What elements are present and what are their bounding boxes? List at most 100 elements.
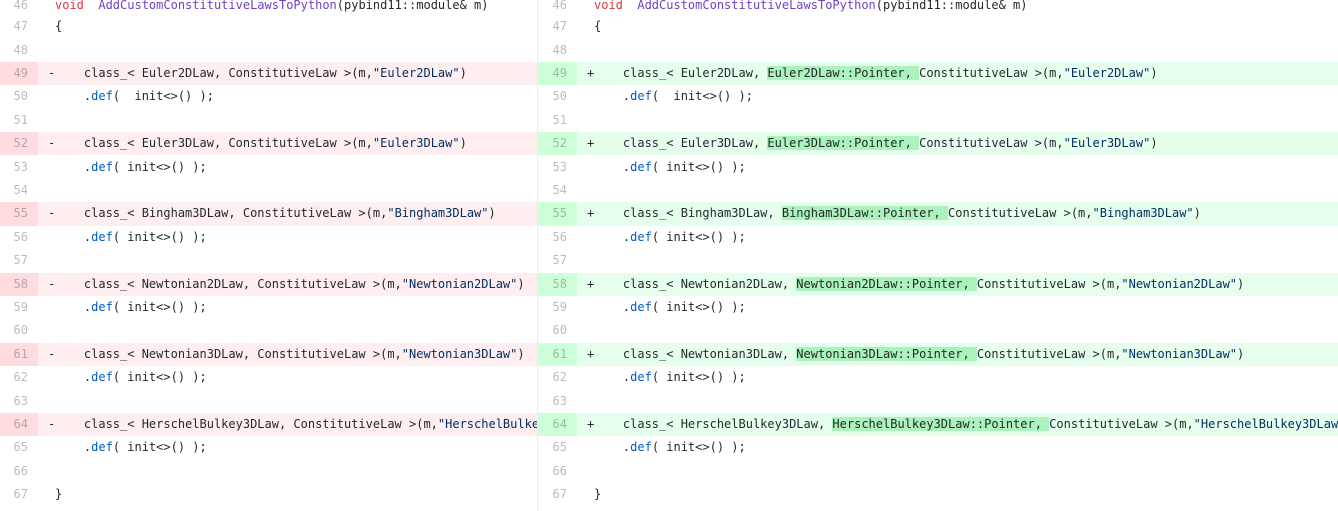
line-number[interactable]: 56 — [0, 226, 38, 249]
code-token: . — [55, 299, 92, 314]
code-token: ) — [517, 346, 525, 361]
line-number[interactable]: 59 — [538, 296, 577, 319]
code-token: ) — [1237, 346, 1245, 361]
left-diff-line-53: 53 .def( init<>() ); — [0, 156, 537, 179]
string-token: "HerschelBulke — [437, 416, 538, 431]
line-number[interactable]: 65 — [538, 436, 577, 459]
line-number[interactable]: 48 — [0, 39, 38, 62]
code-token: . — [594, 89, 631, 104]
line-number[interactable]: 61 — [538, 342, 577, 367]
method-token: def — [91, 229, 113, 244]
left-diff-line-47: 47 { — [0, 15, 537, 38]
right-diff-line-53: 53 .def( init<>() ); — [538, 156, 1338, 179]
line-number[interactable]: 67 — [538, 483, 577, 506]
left-diff-line-58: 58- class_< Newtonian2DLaw, Constitutive… — [0, 272, 537, 296]
code-line: class_< Newtonian3DLaw, ConstitutiveLaw … — [55, 343, 525, 366]
line-number[interactable]: 51 — [0, 109, 38, 132]
code-line: class_< Bingham3DLaw, Bingham3DLaw::Poin… — [594, 202, 1201, 225]
line-number[interactable]: 67 — [0, 483, 38, 506]
line-number[interactable]: 63 — [0, 390, 38, 413]
code-token: ( init<>() ); — [651, 229, 746, 244]
code-line: { — [55, 15, 62, 38]
string-token: "Euler2DLaw" — [372, 65, 460, 80]
line-number[interactable]: 50 — [538, 85, 577, 108]
line-number[interactable]: 57 — [538, 249, 577, 272]
right-diff-line-67: 67} — [538, 483, 1338, 506]
line-number[interactable]: 48 — [538, 39, 577, 62]
code-token: . — [55, 159, 92, 174]
right-diff-line-58: 58 + class_< Newtonian2DLaw, Newtonian2DL… — [538, 272, 1338, 296]
line-number[interactable]: 52 — [538, 132, 577, 156]
code-token: class_< HerschelBulkey3DLaw, Constitutiv… — [55, 416, 438, 431]
left-diff-line-55: 55- class_< Bingham3DLaw, ConstitutiveLa… — [0, 202, 537, 226]
line-number[interactable]: 55 — [538, 202, 577, 226]
code-token: . — [594, 159, 631, 174]
line-number[interactable]: 65 — [0, 436, 38, 459]
line-number[interactable]: 51 — [538, 109, 577, 132]
code-line: class_< Euler3DLaw, ConstitutiveLaw >(m,… — [55, 132, 467, 155]
line-number[interactable]: 61 — [0, 342, 38, 367]
code-token: ConstitutiveLaw >(m, — [976, 346, 1122, 361]
code-line: class_< Euler2DLaw, Euler2DLaw::Pointer,… — [594, 62, 1158, 85]
code-line: class_< Euler3DLaw, Euler3DLaw::Pointer,… — [594, 132, 1158, 155]
line-number[interactable]: 58 — [538, 272, 577, 296]
line-number[interactable]: 60 — [538, 319, 577, 342]
method-token: def — [630, 299, 652, 314]
line-number[interactable]: 52 — [0, 132, 38, 156]
line-number[interactable]: 62 — [0, 366, 38, 389]
line-number[interactable]: 53 — [538, 156, 577, 179]
right-diff-line-47: 47 { — [538, 15, 1338, 38]
line-number[interactable]: 60 — [0, 319, 38, 342]
code-line: .def( init<>() ); — [594, 85, 753, 108]
right-diff-line-52: 52 + class_< Euler3DLaw, Euler3DLaw::Poin… — [538, 132, 1338, 156]
code-line: .def( init<>() ); — [594, 226, 746, 249]
line-number[interactable]: 49 — [538, 61, 577, 86]
line-number[interactable]: 50 — [0, 85, 38, 108]
code-token: ConstitutiveLaw >(m, — [976, 276, 1122, 291]
code-token: { — [594, 19, 602, 34]
function-name-token: AddCustomConstitutiveLawsToPython — [98, 0, 337, 12]
code-line: } — [594, 483, 601, 506]
line-number[interactable]: 54 — [538, 179, 577, 202]
line-number[interactable]: 58 — [0, 272, 38, 296]
left-diff-line-60: 60 — [0, 319, 537, 342]
right-diff-line-48: 48 — [538, 39, 1338, 62]
code-line: .def( init<>() ); — [594, 436, 746, 459]
line-number[interactable]: 56 — [538, 226, 577, 249]
string-token: "Euler2DLaw" — [1063, 65, 1151, 80]
line-number[interactable]: 47 — [538, 15, 577, 38]
code-token: class_< Bingham3DLaw, ConstitutiveLaw >(… — [55, 206, 388, 221]
function-name-token: AddCustomConstitutiveLawsToPython — [637, 0, 876, 12]
code-token: class_< Euler3DLaw, — [594, 136, 768, 151]
line-number[interactable]: 62 — [538, 366, 577, 389]
line-number[interactable]: 64 — [538, 412, 577, 437]
code-token: } — [594, 487, 602, 502]
line-number[interactable]: 64 — [0, 412, 38, 437]
code-line: .def( init<>() ); — [55, 85, 214, 108]
code-token: ConstitutiveLaw >(m, — [948, 206, 1093, 221]
code-token: class_< Newtonian3DLaw, — [594, 346, 797, 361]
line-number[interactable]: 59 — [0, 296, 38, 319]
method-token: def — [630, 89, 652, 104]
line-number[interactable]: 63 — [538, 390, 577, 413]
code-line: class_< Newtonian3DLaw, Newtonian3DLaw::… — [594, 343, 1244, 366]
line-number[interactable]: 49 — [0, 61, 38, 86]
left-diff-line-65: 65 .def( init<>() ); — [0, 436, 537, 459]
line-number[interactable]: 57 — [0, 249, 38, 272]
string-token: "Newtonian2DLaw" — [1121, 276, 1238, 291]
line-number[interactable]: 54 — [0, 179, 38, 202]
diff-left-pane: 46 void AddCustomConstitutiveLawsToPython… — [0, 0, 538, 511]
code-token: ( init<>() ); — [651, 299, 746, 314]
right-diff-line-61: 61 + class_< Newtonian3DLaw, Newtonian3DL… — [538, 342, 1338, 367]
line-number[interactable]: 66 — [538, 460, 577, 483]
code-token: ( init<>() ); — [112, 89, 214, 104]
line-number[interactable]: 66 — [0, 460, 38, 483]
code-token: ConstitutiveLaw >(m, — [919, 65, 1064, 80]
line-number[interactable]: 53 — [0, 156, 38, 179]
line-number[interactable]: 55 — [0, 202, 38, 226]
left-diff-line-48: 48 — [0, 39, 537, 62]
line-number[interactable]: 47 — [0, 15, 38, 38]
left-diff-line-51: 51 — [0, 109, 537, 132]
code-line: } — [55, 483, 62, 506]
